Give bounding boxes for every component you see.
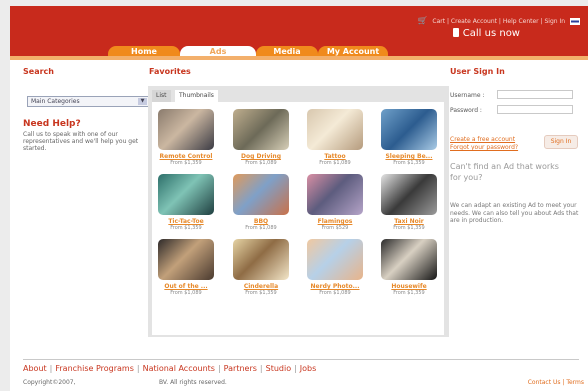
create-account-link: Create a free account Forgot your passwo…	[450, 136, 518, 152]
link-create-account[interactable]: Create Account	[451, 18, 497, 25]
thumbnail-item[interactable]: Housewife From $1,359	[377, 239, 441, 296]
businessman-photo[interactable]	[158, 109, 214, 150]
nerd-photo[interactable]	[307, 239, 363, 280]
header-links: 🛒 Cart | Create Account | Help Center | …	[417, 16, 580, 25]
thumbnail-title[interactable]: Out of the ...	[154, 283, 218, 290]
tab-thumbnails[interactable]: Thumbnails	[175, 90, 218, 102]
thumbnail-price: From $1,089	[319, 160, 351, 166]
thumbnail-title[interactable]: Tattoo	[303, 153, 367, 160]
username-label: Username :	[450, 92, 485, 99]
signin-title: User Sign In	[450, 67, 505, 76]
link-cart[interactable]: Cart	[432, 18, 445, 25]
cant-find-text: Can't find an Ad that works for you?	[450, 162, 559, 182]
adapt-text: We can adapt an existing Ad to meet your…	[450, 202, 579, 224]
footer-link-national[interactable]: National Accounts	[143, 364, 215, 373]
footer-nav: About | Franchise Programs | National Accoun…	[23, 364, 317, 373]
thumbnail-title[interactable]: Housewife	[377, 283, 441, 290]
thumbnail-price: From $1,089	[319, 290, 351, 296]
thumbnail-price: From $1,359	[245, 290, 277, 296]
contact-us-link[interactable]: Contact Us	[528, 379, 561, 386]
thumbnail-price: From $1,359	[393, 290, 425, 296]
tab-list[interactable]: List	[152, 90, 171, 102]
thumbnail-item[interactable]: Cinderella From $1,359	[229, 239, 293, 296]
footer-link-jobs[interactable]: Jobs	[300, 364, 317, 373]
footer-link-partners[interactable]: Partners	[224, 364, 257, 373]
thumbnail-title[interactable]: Cinderella	[229, 283, 293, 290]
rights-text: BV. All rights reserved.	[159, 379, 227, 386]
thumbnail-item[interactable]: Taxi Noir From $1,359	[377, 174, 441, 231]
flag-icon[interactable]	[570, 18, 580, 25]
thumbnail-title[interactable]: Remote Control	[154, 153, 218, 160]
thumbnail-title[interactable]: Flamingos	[303, 218, 367, 225]
thumbnail-item[interactable]: Remote Control From $1,359	[154, 109, 218, 166]
thumbnail-price: From $1,359	[170, 160, 202, 166]
dog-photo[interactable]	[233, 109, 289, 150]
password-input[interactable]	[497, 105, 573, 114]
thumbnail-item[interactable]: Out of the ... From $1,089	[154, 239, 218, 296]
party-photo[interactable]	[158, 239, 214, 280]
thumbnail-price: From $1,359	[393, 160, 425, 166]
thumbnail-title[interactable]: Tic-Tac-Toe	[154, 218, 218, 225]
thumbnail-price: From $529	[321, 225, 349, 231]
thumbnail-item[interactable]: Sleeping Be... From $1,359	[377, 109, 441, 166]
favorites-title: Favorites	[149, 67, 191, 76]
thumbnail-title[interactable]: Sleeping Be...	[377, 153, 441, 160]
footer-links: Contact Us | Terms	[527, 379, 584, 386]
thumbnail-price: From $1,089	[245, 225, 277, 231]
sign-in-button[interactable]: Sign In	[544, 135, 578, 149]
copyright: Copyright©2007,	[23, 379, 76, 386]
thumbnail-title[interactable]: Taxi Noir	[377, 218, 441, 225]
thumbnail-grid: Remote Control From $1,359 Dog Driving From…	[152, 102, 444, 335]
link-sign-in[interactable]: Sign In	[545, 18, 566, 25]
favorites-panel: List Thumbnails Remote Control From $1,35…	[148, 86, 449, 337]
tattoo-photo[interactable]	[307, 109, 363, 150]
chevron-down-icon[interactable]: ▼	[138, 98, 147, 105]
phone-icon	[452, 28, 459, 37]
cart-icon[interactable]: 🛒	[417, 16, 427, 25]
thumbnail-title[interactable]: Nerdy Photo...	[303, 283, 367, 290]
need-help-title: Need Help?	[23, 119, 81, 129]
footer-link-franchise[interactable]: Franchise Programs	[55, 364, 134, 373]
thumbnail-item[interactable]: Nerdy Photo... From $1,089	[303, 239, 367, 296]
thumbnail-item[interactable]: Dog Driving From $1,089	[229, 109, 293, 166]
doctor-photo[interactable]	[158, 174, 214, 215]
thumbnail-price: From $1,089	[245, 160, 277, 166]
forgot-password-link[interactable]: Forgot your password?	[450, 144, 518, 152]
footer-link-studio[interactable]: Studio	[266, 364, 291, 373]
help-text: Call us to speak with one of our represe…	[23, 131, 139, 152]
bbq-photo[interactable]	[233, 174, 289, 215]
thumbnail-price: From $1,089	[170, 290, 202, 296]
flamingo-photo[interactable]	[307, 174, 363, 215]
housewife-photo[interactable]	[381, 239, 437, 280]
thumbnail-item[interactable]: Tic-Tac-Toe From $1,359	[154, 174, 218, 231]
footer-link-about[interactable]: About	[23, 364, 47, 373]
tab-subbar	[10, 56, 588, 60]
thumbnail-item[interactable]: BBQ From $1,089	[229, 174, 293, 231]
thumbnail-price: From $1,359	[393, 225, 425, 231]
thumbnail-item[interactable]: Flamingos From $529	[303, 174, 367, 231]
category-select-value: Main Categories	[31, 98, 80, 105]
thumbnail-title[interactable]: BBQ	[229, 218, 293, 225]
call-us: Call us now	[452, 28, 520, 39]
create-account-text[interactable]: Create a free account	[450, 136, 518, 144]
thumbnail-price: From $1,359	[170, 225, 202, 231]
page: 🛒 Cart | Create Account | Help Center | …	[10, 6, 588, 391]
footer-divider	[23, 359, 579, 360]
username-input[interactable]	[497, 90, 573, 99]
link-help-center[interactable]: Help Center	[503, 18, 539, 25]
search-title: Search	[23, 67, 54, 76]
thumbnail-title[interactable]: Dog Driving	[229, 153, 293, 160]
taxi-photo[interactable]	[381, 174, 437, 215]
thumbnail-item[interactable]: Tattoo From $1,089	[303, 109, 367, 166]
bride-photo[interactable]	[233, 239, 289, 280]
category-select[interactable]: Main Categories ▼	[27, 96, 149, 107]
password-label: Password :	[450, 107, 482, 114]
call-us-label: Call us now	[462, 28, 520, 39]
sleeping-photo[interactable]	[381, 109, 437, 150]
terms-link[interactable]: Terms	[566, 379, 584, 386]
